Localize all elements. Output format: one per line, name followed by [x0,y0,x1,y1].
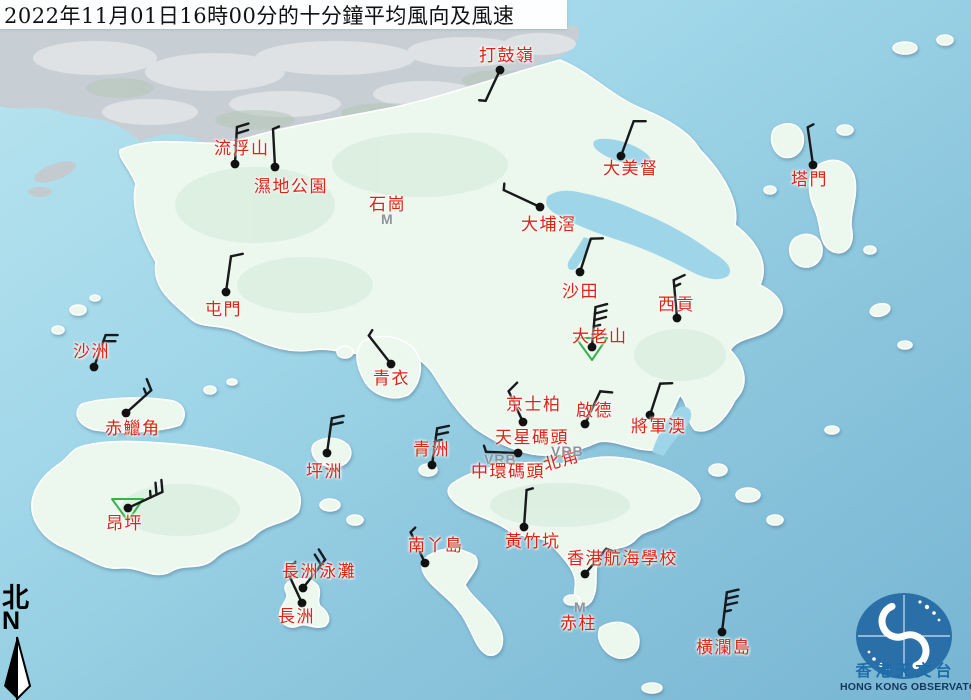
station-dot [536,203,545,212]
station-dot [519,418,528,427]
station-dot [588,343,597,352]
hko-logo-text: 香港天文台 HONG KONG OBSERVATORY [840,656,971,693]
station-dot [673,314,682,323]
compass: 北 N [2,586,42,632]
station-dot [581,420,590,429]
station-dot [718,628,727,637]
title-strip: 2022年11月01日16時00分的十分鐘平均風向及風速 [0,0,567,29]
station-dot [646,411,655,420]
wind-barb-line [600,391,612,392]
station-dot [122,409,131,418]
station-dot [496,66,505,75]
wind-barb-line [504,184,505,190]
station-dot [520,523,529,532]
station-dot [298,599,307,608]
station-dot [581,570,590,579]
map-title: 2022年11月01日16時00分的十分鐘平均風向及風速 [0,0,514,30]
station-dot [514,449,523,458]
wind-barb-line [161,480,162,492]
wind-map: 打鼓嶺流浮山濕地公園石崗M大美督塔門大埔滘沙田西貢大老山屯門沙洲青衣赤鱲角坪洲青… [0,0,971,700]
station-dot [421,559,430,568]
hong-kong-map [0,0,971,700]
station-dot [387,360,396,369]
wind-barb-line [724,610,730,611]
station-dot [323,449,332,458]
wind-barb-line [150,491,151,497]
station-dot [428,461,437,470]
station-dot [124,504,133,513]
wind-barb-line [594,325,600,327]
airport-island [77,398,184,432]
wind-barb-line [435,440,441,441]
wind-barb-line [486,452,518,453]
wind-barb-line [156,483,157,495]
station-dot [90,363,99,372]
wind-barb-line [479,100,485,101]
station-dot [271,163,280,172]
station-dot [576,268,585,277]
station-dot [299,584,308,593]
station-dot [222,288,231,297]
hko-logo-name-cjk: 香港天文台 [840,657,971,681]
station-dot [809,161,818,170]
station-dot [617,152,626,161]
hko-logo-name-en: HONG KONG OBSERVATORY [840,681,971,693]
station-dot [231,160,240,169]
